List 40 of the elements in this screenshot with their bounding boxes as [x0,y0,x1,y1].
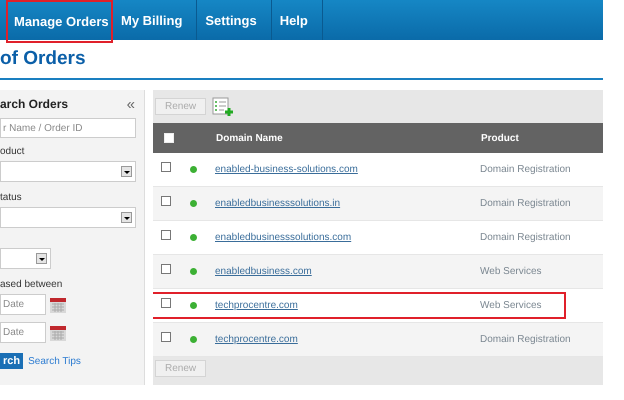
add-list-icon[interactable] [212,96,234,116]
domain-link[interactable]: enabledbusinesssolutions.com [215,232,480,243]
table-cell: Domain Registration [480,334,571,345]
search-button[interactable]: rch [0,353,24,369]
domain-link[interactable]: techprocentre.com [215,334,480,345]
panel-title: arch Orders [0,97,68,111]
column-header: Product [481,132,519,144]
row-checkbox[interactable] [161,162,171,172]
field-label: tatus [0,192,23,203]
row-checkbox[interactable] [161,196,171,206]
nav-tab[interactable]: Settings [197,0,272,40]
table-cell: Web Services [480,300,542,311]
column-header: Domain Name [216,132,284,144]
table-cell: Domain Registration [480,232,571,243]
dropdown-select[interactable] [0,248,51,269]
nav-tab[interactable]: My Billing [113,0,198,40]
search-tips-link[interactable]: Search Tips [28,356,81,366]
domain-link[interactable]: enabledbusinesssolutions.in [215,198,480,209]
domain-link[interactable]: enabled-business-solutions.com [215,164,480,175]
table-cell: Domain Registration [480,198,571,209]
search-field[interactable]: r Name / Order ID [0,118,136,138]
collapse-button[interactable]: « [126,96,135,112]
domain-link[interactable]: enabledbusiness.com [215,266,480,277]
table-cell: Domain Registration [480,164,571,175]
select-all-checkbox[interactable] [164,133,174,143]
calendar-icon[interactable] [50,296,66,313]
field-label: ased between [0,279,64,290]
row-checkbox[interactable] [161,264,171,274]
field-label: oduct [0,146,26,157]
date-field[interactable]: Date [0,294,46,315]
calendar-icon[interactable] [50,324,66,341]
table-cell: Web Services [480,266,542,277]
page-title: of Orders [0,48,86,70]
row-checkbox[interactable] [161,230,171,240]
nav-tab[interactable]: Help [272,0,323,40]
row-checkbox[interactable] [161,332,171,342]
nav-tab[interactable]: Manage Orders [6,0,113,43]
date-field[interactable]: Date [0,322,46,343]
domain-link[interactable]: techprocentre.com [215,300,480,311]
row-checkbox[interactable] [161,298,171,308]
